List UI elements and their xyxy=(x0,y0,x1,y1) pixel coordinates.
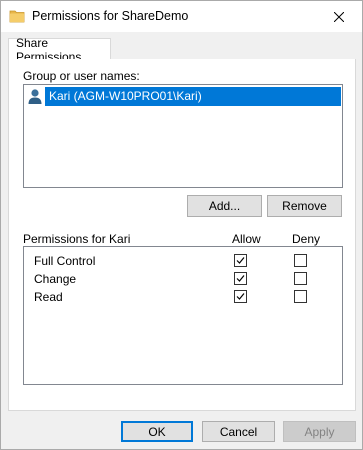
deny-column-header: Deny xyxy=(292,232,321,246)
remove-button[interactable]: Remove xyxy=(267,195,342,217)
deny-checkbox[interactable] xyxy=(294,254,307,267)
allow-checkbox[interactable] xyxy=(234,254,247,267)
deny-checkbox[interactable] xyxy=(294,290,307,303)
permission-row: Read xyxy=(24,288,342,306)
add-button[interactable]: Add... xyxy=(187,195,262,217)
checkmark-icon xyxy=(236,257,245,264)
ok-button[interactable]: OK xyxy=(121,421,193,442)
tab-share-permissions[interactable]: Share Permissions xyxy=(8,36,111,64)
folder-icon xyxy=(9,9,25,23)
user-name: Kari (AGM-W10PRO01\Kari) xyxy=(45,87,341,106)
allow-checkbox[interactable] xyxy=(234,272,247,285)
close-button[interactable] xyxy=(316,1,362,32)
allow-column-header: Allow xyxy=(232,232,261,246)
list-item[interactable]: Kari (AGM-W10PRO01\Kari) xyxy=(27,87,341,106)
checkmark-icon xyxy=(236,293,245,300)
checkmark-icon xyxy=(236,275,245,282)
window-title: Permissions for ShareDemo xyxy=(32,9,189,23)
title-bar: Permissions for ShareDemo xyxy=(1,1,362,32)
permission-row: Change xyxy=(24,270,342,288)
apply-button[interactable]: Apply xyxy=(283,421,356,442)
permissions-dialog: Permissions for ShareDemo Share Permissi… xyxy=(0,0,363,450)
user-icon xyxy=(27,88,43,105)
permission-row: Full Control xyxy=(24,252,342,270)
permissions-list: Full Control Change Read xyxy=(23,246,343,385)
close-icon xyxy=(334,11,344,22)
deny-checkbox[interactable] xyxy=(294,272,307,285)
permission-name: Change xyxy=(34,272,77,286)
group-or-user-names-label: Group or user names: xyxy=(23,69,140,83)
cancel-button[interactable]: Cancel xyxy=(202,421,275,442)
permission-name: Read xyxy=(34,290,63,304)
permissions-for-label: Permissions for Kari xyxy=(23,232,131,246)
permission-name: Full Control xyxy=(34,254,96,268)
user-list[interactable]: Kari (AGM-W10PRO01\Kari) xyxy=(23,84,343,188)
allow-checkbox[interactable] xyxy=(234,290,247,303)
